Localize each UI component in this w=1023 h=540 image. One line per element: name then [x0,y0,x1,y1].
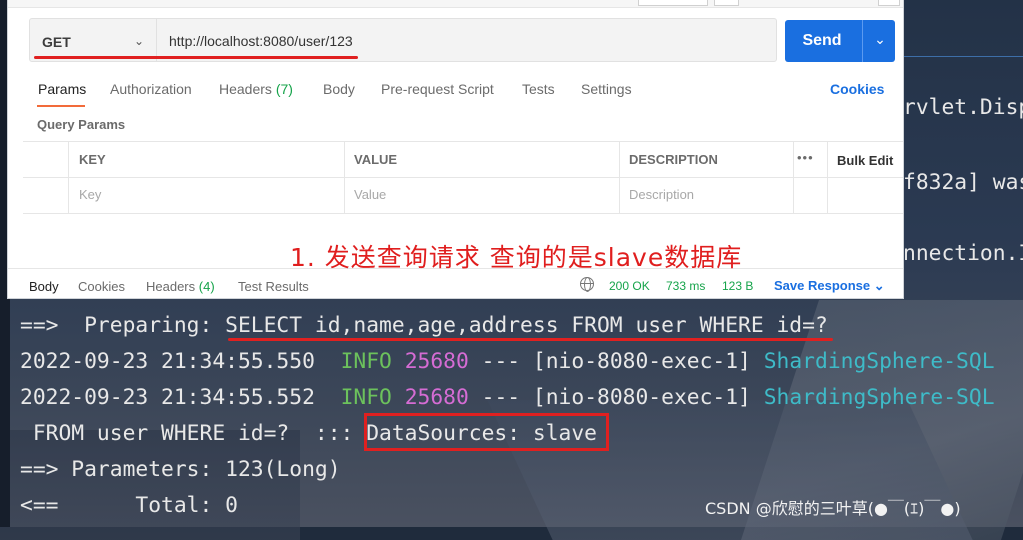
method-label: GET [42,34,71,50]
chevron-down-icon: ⌄ [873,278,885,293]
csdn-watermark: CSDN @欣慰的三叶草(●￣(ｴ)￣●) [705,499,961,518]
column-divider [344,141,345,214]
log-logger: ShardingSphere-SQL [763,385,995,410]
column-key: KEY [79,152,106,167]
tab-pre-request-script[interactable]: Pre-request Script [381,81,494,97]
method-select[interactable]: GET ⌄ [30,19,157,61]
console-peek-line: f832a] was [903,170,1023,195]
column-description: DESCRIPTION [629,152,718,167]
log-level: INFO [340,385,392,410]
cookies-link[interactable]: Cookies [830,81,884,97]
value-input[interactable]: Value [354,187,386,202]
url-underline [34,56,358,59]
log-level: INFO [340,349,392,374]
tab-body[interactable]: Body [323,81,355,97]
response-tab-headers[interactable]: Headers (4) [146,279,215,294]
send-divider [862,20,863,62]
status-code: 200 OK [609,279,650,293]
response-tab-test-results[interactable]: Test Results [238,279,309,294]
log-thread: --- [nio-8080-exec-1] [481,349,751,374]
send-label: Send [802,32,842,49]
response-tab-headers-label: Headers [146,279,196,294]
top-control[interactable] [878,0,900,6]
response-tab-cookies[interactable]: Cookies [78,279,125,294]
response-tab-headers-count: (4) [198,279,215,294]
column-value: VALUE [354,152,398,167]
tab-params[interactable]: Params [38,81,86,97]
save-response-label: Save Response [774,278,871,293]
console-parameters-line: ==> Parameters: 123(Long) [20,457,341,482]
globe-icon[interactable] [580,277,594,292]
console-preparing-line: ==> Preparing: SELECT id,name,age,addres… [20,313,828,338]
console-log-line: 2022-09-23 21:34:55.550 INFO 25680 --- [… [20,349,995,374]
response-size: 123 B [722,279,754,293]
tab-headers[interactable]: Headers (7) [219,81,293,97]
params-table: KEY VALUE DESCRIPTION ••• Bulk Edit Key … [23,141,903,214]
save-response-button[interactable]: Save Response ⌄ [774,278,885,294]
column-divider [827,141,828,214]
bulk-edit-button[interactable]: Bulk Edit [837,153,893,168]
top-control[interactable] [714,0,739,6]
sql-underline [228,338,833,341]
params-table-row [23,178,903,214]
column-divider [619,141,620,214]
tab-tests[interactable]: Tests [522,81,555,97]
query-params-title: Query Params [37,117,126,132]
description-input[interactable]: Description [629,187,694,202]
window-top-strip [8,0,903,8]
response-tab-body[interactable]: Body [29,279,59,294]
console-peek-line: rvlet.Disp [903,95,1023,120]
datasource-highlight-box [364,413,609,451]
from-clause: FROM user WHERE id=? ::: [20,421,367,446]
console-peek-line: nnection.I [903,241,1023,266]
tab-headers-count: (7) [275,81,293,97]
log-logger: ShardingSphere-SQL [763,349,995,374]
console-total-line: <== Total: 0 [20,493,238,518]
active-tab-indicator [37,105,85,107]
tab-headers-label: Headers [219,81,272,97]
request-tabs: Params Authorization Headers (7) Body Pr… [8,80,903,110]
log-time: 2022-09-23 21:34:55.550 [20,349,315,374]
response-time: 733 ms [666,279,706,293]
log-pid: 25680 [404,349,469,374]
key-input[interactable]: Key [79,187,101,202]
chevron-down-icon: ⌄ [133,34,144,48]
tab-settings[interactable]: Settings [581,81,632,97]
url-input[interactable]: http://localhost:8080/user/123 [169,33,353,49]
log-pid: 25680 [404,385,469,410]
send-button[interactable]: Send ⌄ [785,20,895,62]
red-annotation: 1. 发送查询请求 查询的是slave数据库 [290,243,743,272]
top-control[interactable] [638,0,708,6]
tab-authorization[interactable]: Authorization [110,81,192,97]
console-log-line: 2022-09-23 21:34:55.552 INFO 25680 --- [… [20,385,995,410]
log-thread: --- [nio-8080-exec-1] [481,385,751,410]
chevron-down-icon[interactable]: ⌄ [865,31,895,48]
params-table-header [23,141,903,178]
more-options-icon[interactable]: ••• [797,150,814,165]
column-divider [793,141,794,214]
column-divider [68,141,69,214]
log-time: 2022-09-23 21:34:55.552 [20,385,315,410]
